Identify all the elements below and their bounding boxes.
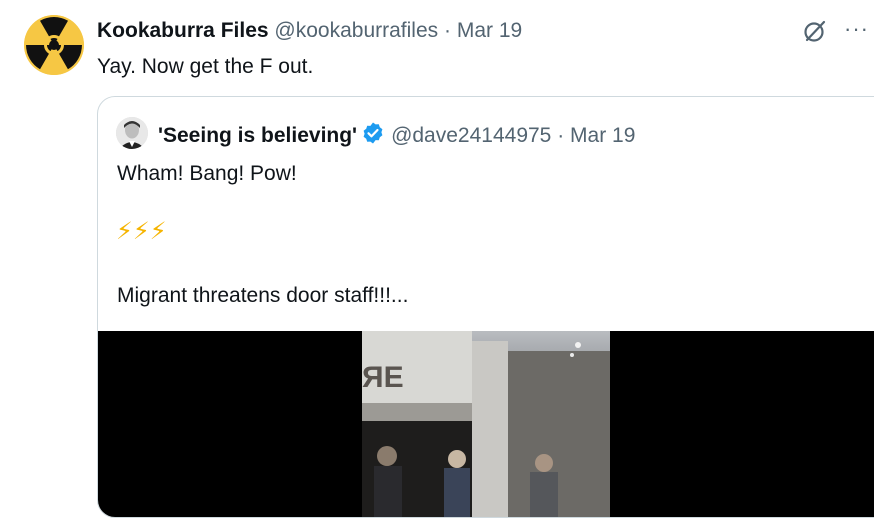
quoted-tweet[interactable]: 'Seeing is believing' @dave24144975 · Ma… [97, 96, 874, 518]
tweet-text: Yay. Now get the F out. [97, 55, 314, 78]
tweet-actions: ··· [794, 16, 874, 46]
quote-date[interactable]: Mar 19 [570, 124, 635, 147]
separator: · [443, 19, 451, 42]
video-player[interactable]: ЯE [98, 331, 874, 517]
tweet: Kookaburra Files @kookaburrafiles · Mar … [0, 0, 874, 518]
quote-separator: · [557, 124, 565, 147]
display-name[interactable]: Kookaburra Files [97, 19, 269, 42]
quote-display-name[interactable]: 'Seeing is believing' [158, 124, 357, 147]
svg-text:ЯE: ЯE [362, 361, 404, 394]
verified-badge-icon [363, 122, 383, 144]
portrait-icon [116, 117, 148, 149]
lightning-emoji: ⚡⚡⚡ [116, 218, 167, 245]
radiation-icon [24, 15, 84, 75]
tweet-date[interactable]: Mar 19 [457, 19, 522, 42]
more-icon[interactable]: ··· [844, 18, 869, 40]
quote-handle[interactable]: @dave24144975 [391, 124, 551, 147]
quote-line-3: Migrant threatens door staff!!!... [117, 284, 409, 307]
avatar[interactable] [24, 15, 84, 75]
quote-avatar[interactable] [116, 117, 148, 149]
quote-line-1: Wham! Bang! Pow! [117, 162, 297, 185]
video-thumbnail: ЯE [362, 331, 610, 517]
grok-icon[interactable] [802, 18, 828, 44]
quote-header: 'Seeing is believing' @dave24144975 · Ma… [158, 121, 635, 149]
video-frame: ЯE [362, 331, 610, 517]
handle[interactable]: @kookaburrafiles [274, 19, 438, 42]
tweet-header: Kookaburra Files @kookaburrafiles · Mar … [97, 18, 522, 44]
